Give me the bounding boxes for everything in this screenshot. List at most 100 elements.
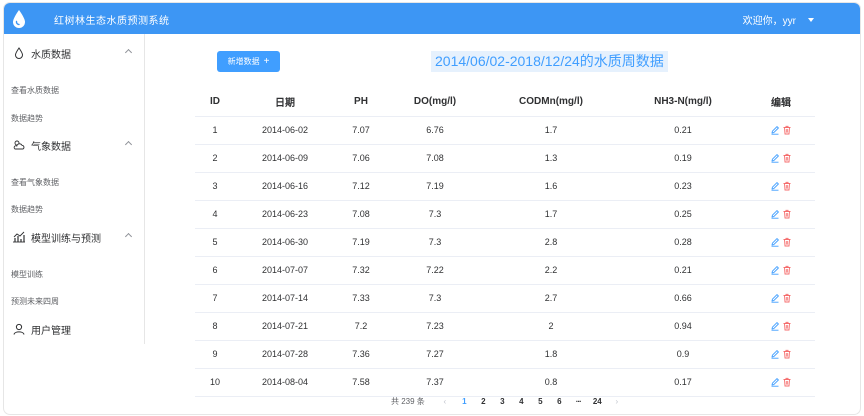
edit-icon[interactable] — [770, 377, 780, 387]
edit-icon[interactable] — [770, 237, 780, 247]
sidebar-item-predict-four-weeks[interactable]: 预测未来四周 — [11, 296, 59, 307]
delete-icon[interactable] — [782, 377, 792, 387]
cell-codmn: 2 — [483, 312, 619, 341]
delete-icon[interactable] — [782, 293, 792, 303]
water-drop-icon — [11, 45, 27, 61]
cell-do: 7.3 — [387, 200, 483, 229]
cell-codmn: 1.7 — [483, 116, 619, 145]
table-row: 10 2014-08-04 7.58 7.37 0.8 0.17 — [195, 368, 815, 397]
delete-icon[interactable] — [782, 349, 792, 359]
delete-icon[interactable] — [782, 209, 792, 219]
delete-icon[interactable] — [782, 125, 792, 135]
sidebar-group-weather[interactable]: 气象数据 — [4, 131, 145, 159]
page-button-6[interactable]: 6 — [550, 397, 569, 406]
edit-icon[interactable] — [770, 125, 780, 135]
sidebar-group-user-management[interactable]: 用户管理 — [4, 315, 145, 343]
cell-nh3n: 0.19 — [619, 144, 747, 173]
cell-edit-actions — [747, 144, 815, 173]
cell-codmn: 0.8 — [483, 368, 619, 397]
cell-edit-actions — [747, 172, 815, 201]
chart-icon — [11, 229, 27, 245]
page-button-3[interactable]: 3 — [493, 397, 512, 406]
user-menu[interactable]: 欢迎你，yyr — [743, 12, 814, 27]
sidebar-item-view-weather-data[interactable]: 查看气象数据 — [11, 177, 59, 188]
column-header-nh3n: NH3-N(mg/l) — [619, 87, 747, 117]
sidebar-group-water-quality[interactable]: 水质数据 — [4, 39, 145, 67]
next-page-button[interactable]: › — [611, 397, 623, 406]
cell-id: 8 — [195, 312, 235, 341]
cell-date: 2014-08-04 — [235, 368, 335, 397]
cell-date: 2014-06-30 — [235, 228, 335, 257]
sidebar-item-weather-trend[interactable]: 数据趋势 — [11, 204, 43, 215]
cell-do: 7.19 — [387, 172, 483, 201]
sidebar-item-water-trend[interactable]: 数据趋势 — [11, 113, 43, 124]
cell-id: 4 — [195, 200, 235, 229]
cell-codmn: 1.7 — [483, 200, 619, 229]
cell-codmn: 2.7 — [483, 284, 619, 313]
column-header-ph: PH — [335, 87, 387, 117]
chevron-up-icon — [124, 232, 133, 241]
sidebar-item-view-water-data[interactable]: 查看水质数据 — [11, 85, 59, 96]
chevron-up-icon — [124, 48, 133, 57]
cell-date: 2014-06-16 — [235, 172, 335, 201]
page-button-2[interactable]: 2 — [474, 397, 493, 406]
cell-edit-actions — [747, 228, 815, 257]
cell-id: 5 — [195, 228, 235, 257]
edit-icon[interactable] — [770, 181, 780, 191]
add-data-button[interactable]: 新增数据 + — [217, 51, 280, 72]
cell-do: 7.08 — [387, 144, 483, 173]
page-button-1[interactable]: 1 — [455, 397, 474, 406]
delete-icon[interactable] — [782, 237, 792, 247]
cell-edit-actions — [747, 340, 815, 369]
delete-icon[interactable] — [782, 181, 792, 191]
page-ellipsis-button[interactable]: ··· — [569, 397, 588, 406]
cell-edit-actions — [747, 284, 815, 313]
pagination: 共 239 条 ‹ 1 2 3 4 5 6 ··· 24 › — [391, 395, 623, 407]
edit-icon[interactable] — [770, 349, 780, 359]
edit-icon[interactable] — [770, 265, 780, 275]
user-greeting: 欢迎你，yyr — [742, 16, 796, 27]
cell-date: 2014-06-23 — [235, 200, 335, 229]
table-row: 7 2014-07-14 7.33 7.3 2.7 0.66 — [195, 284, 815, 313]
cell-codmn: 1.6 — [483, 172, 619, 201]
cell-ph: 7.32 — [335, 256, 387, 285]
cell-date: 2014-06-02 — [235, 116, 335, 145]
edit-icon[interactable] — [770, 209, 780, 219]
edit-icon[interactable] — [770, 321, 780, 331]
cell-do: 7.37 — [387, 368, 483, 397]
delete-icon[interactable] — [782, 153, 792, 163]
edit-icon[interactable] — [770, 293, 780, 303]
cell-edit-actions — [747, 116, 815, 145]
cell-do: 7.27 — [387, 340, 483, 369]
table-header-row: ID 日期 PH DO(mg/l) CODMn(mg/l) NH3-N(mg/l… — [195, 87, 815, 117]
column-header-codmn: CODMn(mg/l) — [483, 87, 619, 117]
chevron-up-icon — [124, 140, 133, 149]
column-header-do: DO(mg/l) — [387, 87, 483, 117]
cell-nh3n: 0.9 — [619, 340, 747, 369]
cell-ph: 7.58 — [335, 368, 387, 397]
sidebar-group-label: 模型训练与预测 — [31, 233, 101, 245]
table-row: 8 2014-07-21 7.2 7.23 2 0.94 — [195, 312, 815, 341]
cell-id: 6 — [195, 256, 235, 285]
cell-edit-actions — [747, 312, 815, 341]
sidebar-item-model-training[interactable]: 模型训练 — [11, 269, 43, 280]
delete-icon[interactable] — [782, 321, 792, 331]
weather-icon — [11, 137, 27, 153]
plus-icon: + — [263, 55, 270, 67]
cell-date: 2014-07-14 — [235, 284, 335, 313]
sidebar-group-model[interactable]: 模型训练与预测 — [4, 223, 145, 251]
prev-page-button[interactable]: ‹ — [439, 397, 451, 406]
table-row: 4 2014-06-23 7.08 7.3 1.7 0.25 — [195, 200, 815, 229]
page-button-24[interactable]: 24 — [588, 397, 607, 406]
top-header: 红树林生态水质预测系统 欢迎你，yyr — [4, 3, 860, 34]
cell-nh3n: 0.21 — [619, 256, 747, 285]
water-quality-table: ID 日期 PH DO(mg/l) CODMn(mg/l) NH3-N(mg/l… — [195, 87, 815, 397]
cell-do: 7.23 — [387, 312, 483, 341]
edit-icon[interactable] — [770, 153, 780, 163]
column-header-id: ID — [195, 87, 235, 117]
delete-icon[interactable] — [782, 265, 792, 275]
page-button-4[interactable]: 4 — [512, 397, 531, 406]
page-button-5[interactable]: 5 — [531, 397, 550, 406]
cell-id: 2 — [195, 144, 235, 173]
cell-ph: 7.33 — [335, 284, 387, 313]
